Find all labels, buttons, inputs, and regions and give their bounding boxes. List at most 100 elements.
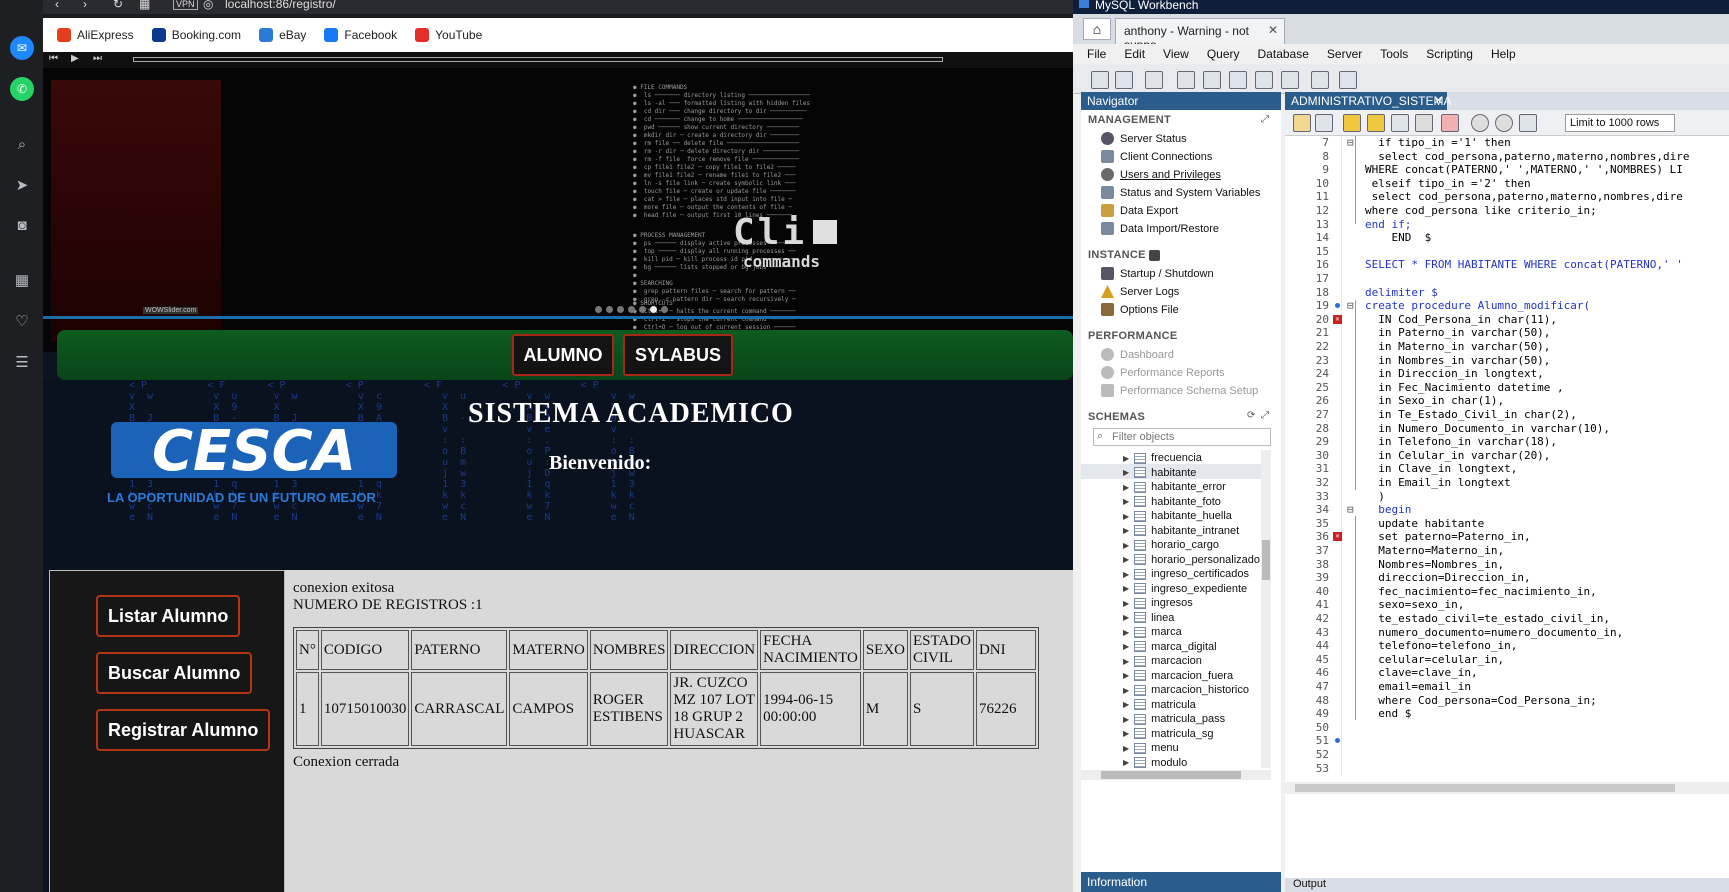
schema-table-item[interactable]: ▶ matricula_pass [1123, 713, 1225, 725]
bookmark-aliexpress[interactable]: AliExpress [57, 28, 134, 42]
open-sql-file-icon[interactable] [1115, 71, 1133, 89]
connection-tab[interactable]: anthony - Warning - not suppo... ✕ [1115, 18, 1285, 52]
schema-table-item[interactable]: ▶ habitante_foto [1123, 496, 1221, 508]
schema-table-item[interactable]: ▶ ingreso_certificados [1123, 568, 1249, 580]
menu-server[interactable]: Server [1327, 47, 1362, 61]
nav-server-logs[interactable]: Server Logs [1101, 285, 1179, 298]
menu-alumno-button[interactable]: ALUMNO [512, 334, 614, 376]
expand-arrow-icon[interactable]: ▶ [1123, 744, 1129, 753]
menu-scripting[interactable]: Scripting [1426, 47, 1473, 61]
tabs-grid-icon[interactable]: ▦ [139, 0, 150, 11]
nav-startup-shutdown[interactable]: Startup / Shutdown [1101, 267, 1214, 280]
bookmark-youtube[interactable]: YouTube [415, 28, 482, 42]
schema-table-item[interactable]: ▶ horario_cargo [1123, 539, 1219, 551]
prev-icon[interactable]: ⏮ [49, 53, 58, 64]
expand-arrow-icon[interactable]: ▶ [1123, 642, 1129, 651]
search-student-button[interactable]: Buscar Alumno [96, 652, 253, 694]
nav-client-connections[interactable]: Client Connections [1101, 150, 1212, 163]
limit-rows-select[interactable]: Limit to 1000 rows [1565, 114, 1675, 132]
nav-data-export[interactable]: Data Export [1101, 204, 1178, 217]
create-view-icon[interactable] [1229, 71, 1247, 89]
bookmark-booking[interactable]: Booking.com [151, 28, 241, 42]
nav-dashboard[interactable]: Dashboard [1101, 348, 1174, 361]
create-schema-icon[interactable] [1177, 71, 1195, 89]
expand-icon[interactable]: ⤢ [1261, 114, 1269, 125]
messenger-icon[interactable]: ✉ [10, 36, 34, 60]
vertical-scrollbar[interactable] [1261, 450, 1271, 768]
filter-objects-input[interactable]: Filter objects [1093, 428, 1271, 446]
expand-arrow-icon[interactable]: ▶ [1123, 454, 1129, 463]
nav-users-privileges[interactable]: Users and Privileges [1101, 168, 1221, 181]
reconnect-icon[interactable] [1339, 71, 1357, 89]
expand-arrow-icon[interactable]: ▶ [1123, 599, 1129, 608]
slide-dot[interactable] [606, 306, 613, 313]
editor-tab[interactable]: ADMINISTRATIVO_SISTEMA ✕ [1285, 92, 1451, 110]
fold-icon[interactable]: ⊟ [1347, 136, 1357, 150]
fold-icon[interactable]: ⊟ [1347, 299, 1357, 313]
expand-arrow-icon[interactable]: ▶ [1123, 628, 1129, 637]
slide-dot[interactable] [595, 306, 602, 313]
expand-arrow-icon[interactable]: ▶ [1123, 468, 1129, 477]
nav-status-variables[interactable]: Status and System Variables [1101, 186, 1260, 199]
slide-dot-active[interactable] [650, 306, 657, 313]
open-file-icon[interactable] [1293, 114, 1311, 132]
heart-icon[interactable]: ♡ [10, 309, 34, 333]
schema-table-item[interactable]: ▶ marca [1123, 626, 1182, 638]
inspector-icon[interactable] [1145, 71, 1163, 89]
schema-table-item[interactable]: ▶ frecuencia [1123, 452, 1202, 464]
refresh-icon[interactable]: ⟳ [1247, 410, 1255, 421]
apps-icon[interactable]: ▦ [10, 268, 34, 292]
expand-arrow-icon[interactable]: ▶ [1123, 613, 1129, 622]
stop-icon[interactable] [1415, 114, 1433, 132]
expand-arrow-icon[interactable]: ▶ [1123, 715, 1129, 724]
expand-arrow-icon[interactable]: ▶ [1123, 570, 1129, 579]
search-icon[interactable]: ⌕ [10, 132, 34, 156]
expand-arrow-icon[interactable]: ▶ [1123, 483, 1129, 492]
slide-dot[interactable] [661, 306, 668, 313]
close-tab-icon[interactable]: ✕ [1268, 23, 1278, 37]
schema-table-item[interactable]: ▶ marca_digital [1123, 641, 1217, 653]
menu-tools[interactable]: Tools [1380, 47, 1408, 61]
nav-server-status[interactable]: Server Status [1101, 132, 1187, 145]
menu-sylabus-button[interactable]: SYLABUS [623, 334, 733, 376]
next-icon[interactable]: ⏭ [93, 53, 102, 64]
search-table-data-icon[interactable] [1311, 71, 1329, 89]
expand-arrow-icon[interactable]: ▶ [1123, 512, 1129, 521]
scrollbar-thumb[interactable] [1295, 784, 1675, 792]
news-icon[interactable]: ☰ [10, 350, 34, 374]
schema-table-item[interactable]: ▶ habitante [1123, 467, 1196, 479]
slider-progress[interactable] [133, 57, 943, 62]
error-marker-icon[interactable]: ✕ [1333, 532, 1342, 542]
home-icon[interactable]: ⌂ [1083, 18, 1111, 40]
menu-help[interactable]: Help [1491, 47, 1516, 61]
create-procedure-icon[interactable] [1255, 71, 1273, 89]
menu-edit[interactable]: Edit [1124, 47, 1145, 61]
slide-dot[interactable] [617, 306, 624, 313]
rollback-icon[interactable] [1495, 114, 1513, 132]
explain-icon[interactable] [1391, 114, 1409, 132]
expand-arrow-icon[interactable]: ▶ [1123, 657, 1129, 666]
expand-arrow-icon[interactable]: ▶ [1123, 671, 1129, 680]
schema-table-item[interactable]: ▶ marcacion_historico [1123, 684, 1249, 696]
scrollbar-thumb[interactable] [1101, 771, 1241, 779]
menu-query[interactable]: Query [1207, 47, 1240, 61]
toggle-continue-icon[interactable] [1441, 114, 1459, 132]
code-area[interactable]: 7 ⊟ if tipo_in ='1' then 8 select cod_per… [1285, 136, 1729, 776]
error-marker-icon[interactable]: ✕ [1333, 314, 1342, 324]
expand-arrow-icon[interactable]: ▶ [1123, 526, 1129, 535]
schema-table-item[interactable]: ▶ horario_personalizado [1123, 554, 1260, 566]
schema-table-item[interactable]: ▶ marcacion_fuera [1123, 670, 1233, 682]
vpn-badge[interactable]: VPN [173, 0, 198, 10]
schema-table-item[interactable]: ▶ modulo [1123, 757, 1187, 769]
expand-arrow-icon[interactable]: ▶ [1123, 541, 1129, 550]
schema-table-item[interactable]: ▶ ingresos [1123, 597, 1193, 609]
information-header[interactable]: Information [1081, 872, 1281, 892]
editor-horizontal-scrollbar[interactable] [1285, 782, 1729, 794]
forward-icon[interactable]: › [83, 0, 87, 11]
expand-arrow-icon[interactable]: ▶ [1123, 700, 1129, 709]
output-header[interactable]: Output [1285, 878, 1729, 892]
list-students-button[interactable]: Listar Alumno [96, 595, 241, 637]
autocommit-icon[interactable] [1519, 114, 1537, 132]
url-field[interactable]: localhost:86/registro/ [225, 0, 336, 11]
back-icon[interactable]: ‹ [55, 0, 59, 11]
